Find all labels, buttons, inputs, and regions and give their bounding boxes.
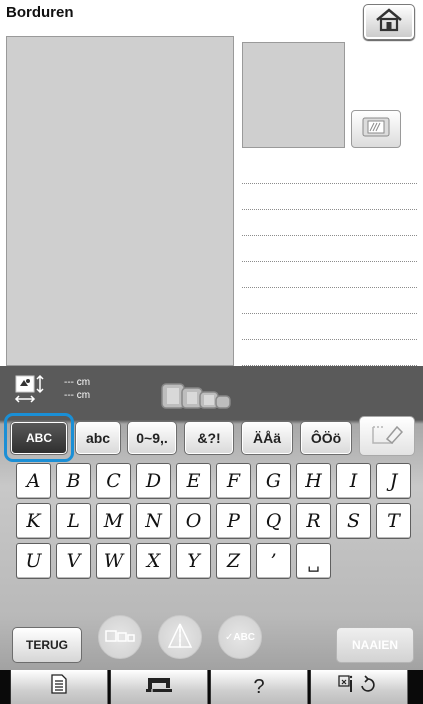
- tab-accented-a[interactable]: ÄÅä: [241, 421, 293, 455]
- key-j[interactable]: J: [376, 463, 411, 499]
- footer-bar: ?: [0, 670, 423, 704]
- pattern-size-icon: [14, 374, 54, 409]
- eraser-icon: [371, 423, 404, 450]
- pattern-height-value: --- cm: [64, 377, 91, 388]
- key-a[interactable]: A: [16, 463, 51, 499]
- tab-accented-o[interactable]: ÔÖö: [300, 421, 352, 455]
- tab-lowercase[interactable]: abc: [75, 421, 121, 455]
- page-title: Borduren: [6, 4, 74, 21]
- key-v[interactable]: V: [56, 543, 91, 579]
- text-line: [242, 340, 417, 366]
- sewing-machine-button[interactable]: [110, 670, 208, 704]
- text-line: [242, 210, 417, 236]
- key-f[interactable]: F: [216, 463, 251, 499]
- home-icon: [374, 7, 404, 37]
- key-r[interactable]: R: [296, 503, 331, 539]
- text-line-list: [242, 158, 417, 366]
- sewing-machine-icon: [144, 674, 174, 700]
- key-w[interactable]: W: [96, 543, 131, 579]
- tab-numbers[interactable]: 0~9,.: [127, 421, 177, 455]
- key-b[interactable]: B: [56, 463, 91, 499]
- embroidery-frames-icon: [160, 382, 232, 415]
- text-line: [242, 184, 417, 210]
- mirror-button[interactable]: [158, 615, 202, 659]
- delete-character-button[interactable]: [359, 416, 415, 456]
- key-h[interactable]: H: [296, 463, 331, 499]
- document-icon: [51, 674, 67, 700]
- back-button[interactable]: TERUG: [12, 627, 82, 663]
- home-button[interactable]: [363, 4, 415, 40]
- tab-uppercase[interactable]: ABC: [10, 421, 68, 455]
- document-button[interactable]: [10, 670, 108, 704]
- key-o[interactable]: O: [176, 503, 211, 539]
- key-n[interactable]: N: [136, 503, 171, 539]
- key-z[interactable]: Z: [216, 543, 251, 579]
- settings-reset-button[interactable]: [310, 670, 408, 704]
- sew-button[interactable]: NAAIEN: [336, 627, 414, 663]
- array-button[interactable]: [98, 615, 142, 659]
- key-s[interactable]: S: [336, 503, 371, 539]
- text-line: [242, 262, 417, 288]
- text-line: [242, 158, 417, 184]
- pattern-width-value: --- cm: [64, 390, 91, 401]
- tab-symbols[interactable]: &?!: [184, 421, 234, 455]
- embroidery-frame-icon: [361, 116, 391, 143]
- key-g[interactable]: G: [256, 463, 291, 499]
- key-x[interactable]: X: [136, 543, 171, 579]
- key-k[interactable]: K: [16, 503, 51, 539]
- key-c[interactable]: C: [96, 463, 131, 499]
- key-u[interactable]: U: [16, 543, 51, 579]
- embroidery-preview-area: [6, 36, 234, 366]
- text-line: [242, 314, 417, 340]
- key-e[interactable]: E: [176, 463, 211, 499]
- text-line: [242, 236, 417, 262]
- key-l[interactable]: L: [56, 503, 91, 539]
- frame-preview-button[interactable]: [351, 110, 401, 148]
- key-y[interactable]: Y: [176, 543, 211, 579]
- help-button[interactable]: ?: [210, 670, 308, 704]
- check-text-button[interactable]: ✓ABC: [218, 615, 262, 659]
- pattern-thumbnail: [242, 42, 345, 148]
- key-q[interactable]: Q: [256, 503, 291, 539]
- mirror-triangle-icon: [165, 622, 195, 653]
- array-icon: [104, 628, 136, 647]
- key-p[interactable]: P: [216, 503, 251, 539]
- key-i[interactable]: I: [336, 463, 371, 499]
- key-t[interactable]: T: [376, 503, 411, 539]
- settings-reset-icon: [337, 674, 381, 700]
- text-line: [242, 288, 417, 314]
- key-m[interactable]: M: [96, 503, 131, 539]
- key-d[interactable]: D: [136, 463, 171, 499]
- key-apostrophe[interactable]: ’: [256, 543, 291, 579]
- key-space[interactable]: ␣: [296, 543, 331, 579]
